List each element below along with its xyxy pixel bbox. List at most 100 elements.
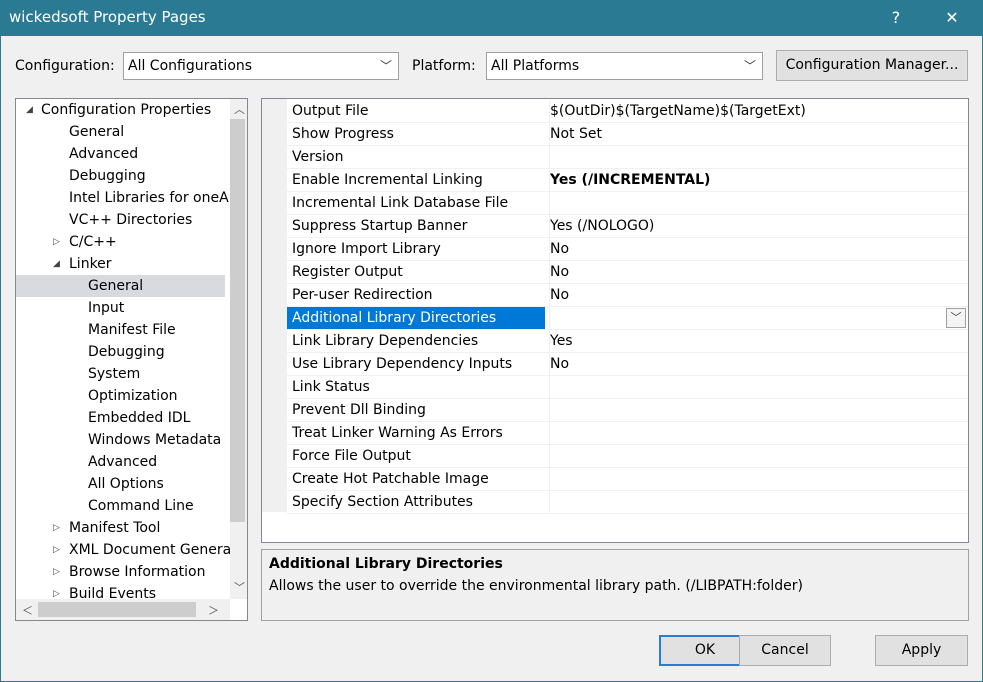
tree-item[interactable]: Embedded IDL [16, 407, 225, 429]
category-tree[interactable]: ◢ Configuration Properties General Advanced… [15, 98, 248, 621]
property-name[interactable]: Force File Output [287, 445, 545, 467]
platform-combo[interactable]: All Platforms ﹀ [486, 52, 763, 80]
property-name[interactable]: Output File [287, 100, 545, 122]
property-row[interactable]: Version [287, 146, 968, 169]
property-name[interactable]: Treat Linker Warning As Errors [287, 422, 545, 444]
property-value[interactable]: No [549, 238, 967, 260]
property-value[interactable]: $(OutDir)$(TargetName)$(TargetExt) [549, 100, 967, 122]
property-row[interactable]: Show Progress Not Set [287, 123, 968, 146]
property-row[interactable]: Force File Output [287, 445, 968, 468]
tree-item[interactable]: ▷ XML Document Generato [16, 539, 245, 561]
ok-button[interactable]: OK [659, 635, 751, 666]
property-value[interactable] [549, 307, 967, 329]
property-name[interactable]: Link Status [287, 376, 545, 398]
expand-arrow-icon[interactable]: ▷ [53, 539, 63, 561]
scroll-thumb[interactable] [38, 602, 196, 617]
tree-item[interactable]: General [16, 121, 225, 143]
property-row[interactable]: Link Status [287, 376, 968, 399]
scroll-up-icon[interactable]: ︿ [234, 101, 245, 117]
property-name[interactable]: Link Library Dependencies [287, 330, 545, 352]
property-value[interactable] [549, 146, 967, 168]
tree-item[interactable]: VC++ Directories [16, 209, 225, 231]
tree-item[interactable]: ◢ Configuration Properties [16, 99, 225, 121]
tree-item[interactable]: ◢ Linker [16, 253, 225, 275]
tree-item[interactable]: General [16, 275, 225, 297]
property-value[interactable] [549, 468, 967, 490]
property-value[interactable]: Yes (/INCREMENTAL) [549, 169, 967, 191]
property-value[interactable]: Not Set [549, 123, 967, 145]
property-name[interactable]: Show Progress [287, 123, 545, 145]
property-row[interactable]: Specify Section Attributes [287, 491, 968, 514]
tree-item[interactable]: Debugging [16, 165, 225, 187]
configuration-combo[interactable]: All Configurations ﹀ [123, 52, 399, 80]
property-name[interactable]: Register Output [287, 261, 545, 283]
property-row[interactable]: Create Hot Patchable Image [287, 468, 968, 491]
tree-item[interactable]: Optimization [16, 385, 225, 407]
tree-item[interactable]: Input [16, 297, 225, 319]
property-row[interactable]: Enable Incremental Linking Yes (/INCREMEN… [287, 169, 968, 192]
tree-vertical-scrollbar[interactable]: ︿ ﹀ [230, 99, 247, 599]
property-row[interactable]: Additional Library Directories ﹀ [287, 307, 968, 330]
property-name[interactable]: Ignore Import Library [287, 238, 545, 260]
property-value[interactable] [549, 399, 967, 421]
property-row[interactable]: Suppress Startup Banner Yes (/NOLOGO) [287, 215, 968, 238]
configuration-manager-button[interactable]: Configuration Manager... [776, 50, 968, 81]
tree-item[interactable]: ▷ Browse Information [16, 561, 225, 583]
scroll-thumb[interactable] [230, 119, 245, 522]
property-name[interactable]: Per-user Redirection [287, 284, 545, 306]
property-row[interactable]: Incremental Link Database File [287, 192, 968, 215]
tree-item[interactable]: ▷ Manifest Tool [16, 517, 225, 539]
property-row[interactable]: Link Library Dependencies Yes [287, 330, 968, 353]
expand-arrow-icon[interactable]: ▷ [53, 561, 63, 583]
scroll-left-icon[interactable]: ＜ [22, 602, 33, 618]
tree-item[interactable]: Intel Libraries for oneAPI [16, 187, 241, 209]
help-button[interactable]: ? [873, 0, 919, 36]
property-value[interactable]: No [549, 284, 967, 306]
property-row[interactable]: Output File $(OutDir)$(TargetName)$(Targe… [287, 100, 968, 123]
property-name[interactable]: Enable Incremental Linking [287, 169, 545, 191]
property-value[interactable]: Yes [549, 330, 967, 352]
tree-item[interactable]: Windows Metadata [16, 429, 225, 451]
property-name[interactable]: Additional Library Directories [287, 307, 545, 329]
property-value[interactable]: No [549, 353, 967, 375]
property-row[interactable]: Ignore Import Library No [287, 238, 968, 261]
property-name[interactable]: Incremental Link Database File [287, 192, 545, 214]
property-name[interactable]: Version [287, 146, 545, 168]
tree-item[interactable]: ▷ C/C++ [16, 231, 225, 253]
tree-item[interactable]: System [16, 363, 225, 385]
property-value[interactable] [549, 422, 967, 444]
property-value[interactable]: Yes (/NOLOGO) [549, 215, 967, 237]
collapse-arrow-icon[interactable]: ◢ [26, 99, 36, 121]
property-row[interactable]: Per-user Redirection No [287, 284, 968, 307]
cancel-button[interactable]: Cancel [739, 635, 831, 666]
tree-item[interactable]: All Options [16, 473, 225, 495]
property-name[interactable]: Specify Section Attributes [287, 491, 545, 513]
property-row[interactable]: Prevent Dll Binding [287, 399, 968, 422]
property-row[interactable]: Register Output No [287, 261, 968, 284]
property-name[interactable]: Use Library Dependency Inputs [287, 353, 545, 375]
property-value[interactable] [549, 376, 967, 398]
property-value[interactable] [549, 192, 967, 214]
property-grid[interactable]: Output File $(OutDir)$(TargetName)$(Targe… [261, 98, 969, 543]
tree-item[interactable]: Advanced [16, 143, 225, 165]
tree-horizontal-scrollbar[interactable]: ＜ ＞ [16, 599, 230, 620]
apply-button[interactable]: Apply [875, 635, 968, 666]
close-button[interactable]: ✕ [929, 0, 975, 36]
expand-arrow-icon[interactable]: ▷ [53, 231, 63, 253]
property-row[interactable]: Treat Linker Warning As Errors [287, 422, 968, 445]
chevron-down-icon[interactable]: ﹀ [946, 308, 966, 328]
property-value[interactable] [549, 445, 967, 467]
property-value[interactable] [549, 491, 967, 513]
property-value[interactable]: No [549, 261, 967, 283]
property-name[interactable]: Prevent Dll Binding [287, 399, 545, 421]
property-name[interactable]: Suppress Startup Banner [287, 215, 545, 237]
tree-item[interactable]: Command Line [16, 495, 225, 517]
tree-item[interactable]: Manifest File [16, 319, 225, 341]
tree-item[interactable]: Advanced [16, 451, 225, 473]
collapse-arrow-icon[interactable]: ◢ [53, 253, 63, 275]
expand-arrow-icon[interactable]: ▷ [53, 517, 63, 539]
scroll-down-icon[interactable]: ﹀ [234, 579, 245, 595]
tree-item[interactable]: Debugging [16, 341, 225, 363]
scroll-right-icon[interactable]: ＞ [208, 602, 219, 618]
property-row[interactable]: Use Library Dependency Inputs No [287, 353, 968, 376]
